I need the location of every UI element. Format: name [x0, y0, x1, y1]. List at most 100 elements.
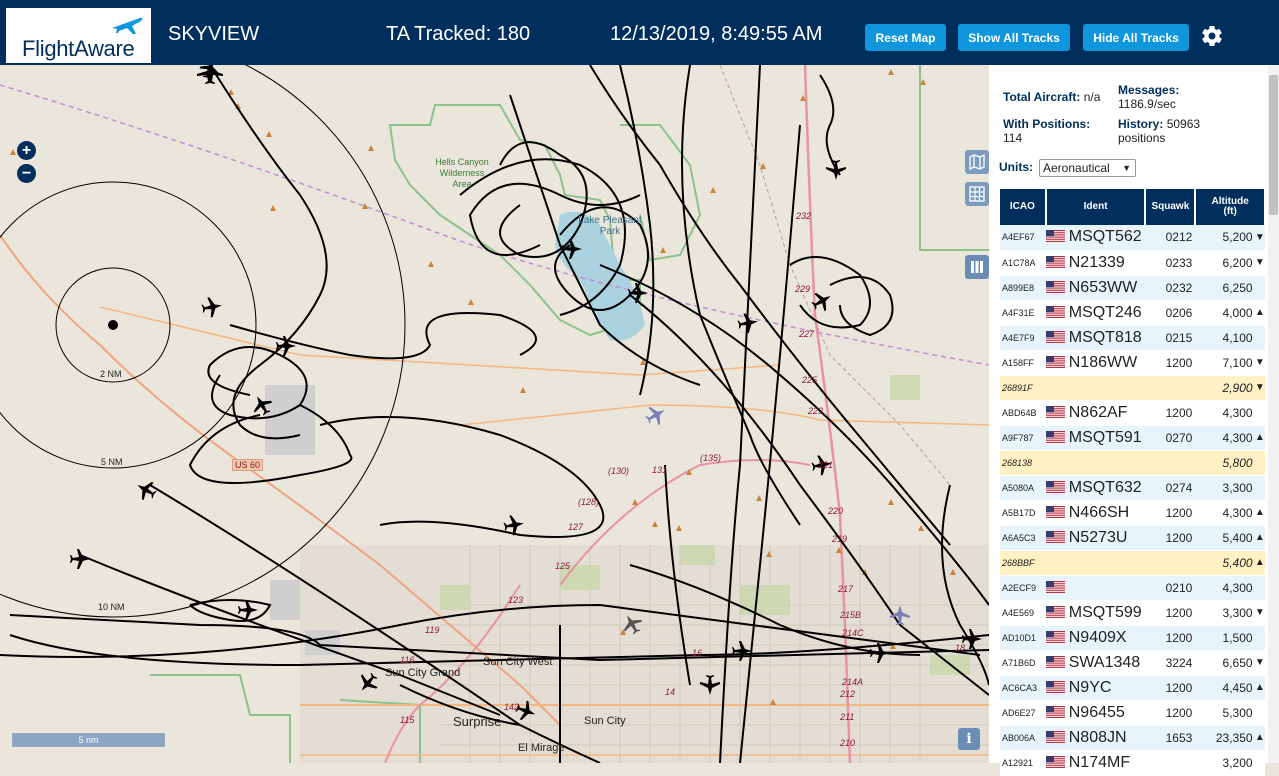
- us-flag-icon: [1045, 230, 1065, 243]
- ident-cell: [1045, 575, 1146, 601]
- aircraft-icon[interactable]: [808, 287, 836, 315]
- aircraft-icon[interactable]: [200, 295, 224, 319]
- aircraft-row[interactable]: A899E8 N653WW 0232 6,250: [1000, 275, 1265, 301]
- aircraft-icon[interactable]: [642, 401, 670, 429]
- top-header: FlightAware SKYVIEW TA Tracked: 180 12/1…: [0, 0, 1279, 65]
- us-flag-icon: [1045, 355, 1065, 368]
- ident-cell: N21339: [1045, 250, 1146, 276]
- col-squawk[interactable]: Squawk: [1145, 189, 1197, 225]
- aircraft-icon[interactable]: [238, 600, 258, 620]
- col-icao[interactable]: ICAO: [1000, 189, 1047, 225]
- aircraft-row[interactable]: A4F31E MSQT246 0206 4,000 ▲: [1000, 300, 1265, 326]
- altitude-cell: 4,100: [1195, 325, 1255, 351]
- aircraft-row[interactable]: A2ECF9 0210 4,300: [1000, 575, 1265, 601]
- icao-cell: A899E8: [1000, 275, 1046, 301]
- route-label: 131: [652, 465, 668, 475]
- us-flag-icon: [1045, 305, 1065, 318]
- aircraft-row[interactable]: AB006A N808JN 1653 23,350 ▲: [1000, 725, 1265, 751]
- altitude-cell: 4,300: [1195, 425, 1255, 451]
- aircraft-icon[interactable]: [700, 675, 720, 695]
- aircraft-icon[interactable]: [276, 336, 296, 356]
- units-select[interactable]: Aeronautical ▼: [1039, 159, 1136, 177]
- scrollbar-thumb[interactable]: [1269, 75, 1278, 215]
- aircraft-icon[interactable]: [618, 610, 646, 638]
- col-altitude[interactable]: Altitude (ft): [1195, 189, 1266, 225]
- aircraft-row[interactable]: ABD64B N862AF 1200 4,300: [1000, 400, 1265, 426]
- aircraft-row[interactable]: A158FF N186WW 1200 7,100 ▼: [1000, 350, 1265, 376]
- reset-map-button[interactable]: Reset Map: [865, 24, 946, 51]
- aircraft-icon[interactable]: [890, 605, 910, 625]
- history-stat: History: 50963 positions: [1118, 117, 1201, 145]
- squawk-cell: 0215: [1145, 325, 1196, 351]
- aircraft-icon[interactable]: [732, 641, 752, 661]
- route-label: 18: [955, 643, 966, 653]
- aircraft-row[interactable]: A71B6D SWA1348 3224 6,650 ▼: [1000, 650, 1265, 676]
- show-all-tracks-button[interactable]: Show All Tracks: [958, 24, 1070, 51]
- info-button[interactable]: i: [958, 728, 980, 750]
- ident-cell: MSQT591: [1045, 425, 1146, 451]
- altitude-trend-icon: [1254, 325, 1265, 351]
- aircraft-row[interactable]: A4E569 MSQT599 1200 3,300 ▼: [1000, 600, 1265, 626]
- col-ident[interactable]: Ident: [1045, 189, 1147, 225]
- highway-shield: US 60: [232, 459, 264, 471]
- aircraft-row[interactable]: AD6E27 N96455 1200 5,300: [1000, 700, 1265, 726]
- us-flag-icon: [1045, 705, 1065, 718]
- aircraft-icon[interactable]: [132, 476, 160, 504]
- ident-text: N174MF: [1068, 753, 1131, 771]
- datetime-display: 12/13/2019, 8:49:55 AM: [610, 23, 823, 45]
- route-label: 229: [795, 284, 811, 294]
- ring-label-10nm: 10 NM: [98, 602, 125, 612]
- column-toggle-button[interactable]: [965, 255, 989, 279]
- altitude-trend-icon: [1254, 450, 1265, 476]
- aircraft-row[interactable]: A5080A MSQT632 0274 3,300: [1000, 475, 1265, 501]
- route-label: 220: [828, 506, 844, 516]
- aircraft-row[interactable]: A4EF67 MSQT562 0212 5,200 ▼: [1000, 225, 1265, 251]
- us-flag-icon: [1045, 280, 1065, 293]
- aircraft-row[interactable]: A6A5C3 N5273U 1200 5,400 ▲: [1000, 525, 1265, 551]
- aircraft-icon[interactable]: [197, 65, 223, 82]
- aircraft-row[interactable]: 268138 5,800: [1000, 450, 1265, 476]
- aircraft-row[interactable]: A5B17D N466SH 1200 4,300 ▲: [1000, 500, 1265, 526]
- ident-text: N186WW: [1068, 353, 1138, 371]
- aircraft-icon[interactable]: [353, 668, 383, 698]
- sidebar-scrollbar[interactable]: [1268, 65, 1279, 763]
- us-flag-icon: [1045, 505, 1065, 518]
- squawk-cell: 1200: [1145, 400, 1196, 426]
- zoom-out-button[interactable]: −: [17, 164, 36, 183]
- altitude-trend-icon: ▲: [1254, 425, 1265, 451]
- aircraft-icon[interactable]: [562, 239, 582, 259]
- aircraft-row[interactable]: 268BBF 5,400 ▲: [1000, 550, 1265, 576]
- ident-cell: [1045, 450, 1146, 476]
- aircraft-icon[interactable]: [826, 160, 846, 180]
- ident-text: MSQT562: [1068, 228, 1142, 246]
- grid-button[interactable]: [965, 182, 989, 206]
- map-layers-button[interactable]: [965, 150, 989, 174]
- hide-all-tracks-button[interactable]: Hide All Tracks: [1083, 24, 1189, 51]
- zoom-in-button[interactable]: +: [17, 141, 36, 160]
- altitude-cell: 3,300: [1195, 475, 1255, 501]
- aircraft-icon[interactable]: [628, 283, 648, 303]
- route-label: 214A: [842, 677, 864, 687]
- altitude-cell: 6,200: [1195, 250, 1255, 276]
- aircraft-icon[interactable]: [248, 391, 276, 419]
- gear-icon[interactable]: [1200, 24, 1224, 48]
- aircraft-icon[interactable]: [736, 311, 760, 335]
- aircraft-row[interactable]: A1C78A N21339 0233 6,200 ▼: [1000, 250, 1265, 276]
- map-view[interactable]: Hells Canyon Wilderness Area Lake Pleasant…: [0, 65, 989, 763]
- aircraft-icon[interactable]: [502, 513, 526, 537]
- aircraft-row[interactable]: A9F787 MSQT591 0270 4,300 ▲: [1000, 425, 1265, 451]
- aircraft-row[interactable]: 26891F 2,900 ▼: [1000, 375, 1265, 401]
- aircraft-row[interactable]: AC6CA3 N9YC 1200 4,450 ▲: [1000, 675, 1265, 701]
- aircraft-row[interactable]: AD10D1 N9409X 1200 1,500: [1000, 625, 1265, 651]
- us-flag-icon: [1045, 255, 1065, 268]
- dropdown-arrow-icon: ▼: [1122, 163, 1131, 173]
- route-label: 212: [840, 689, 856, 699]
- route-label: 142: [504, 702, 520, 712]
- ident-cell: MSQT818: [1045, 325, 1146, 351]
- aircraft-row[interactable]: A4E7F9 MSQT818 0215 4,100: [1000, 325, 1265, 351]
- aircraft-icon[interactable]: [870, 643, 890, 663]
- ident-text: MSQT246: [1068, 303, 1142, 321]
- altitude-cell: 4,000: [1195, 300, 1255, 326]
- flightaware-logo[interactable]: FlightAware: [6, 8, 151, 63]
- aircraft-icon[interactable]: [70, 549, 90, 569]
